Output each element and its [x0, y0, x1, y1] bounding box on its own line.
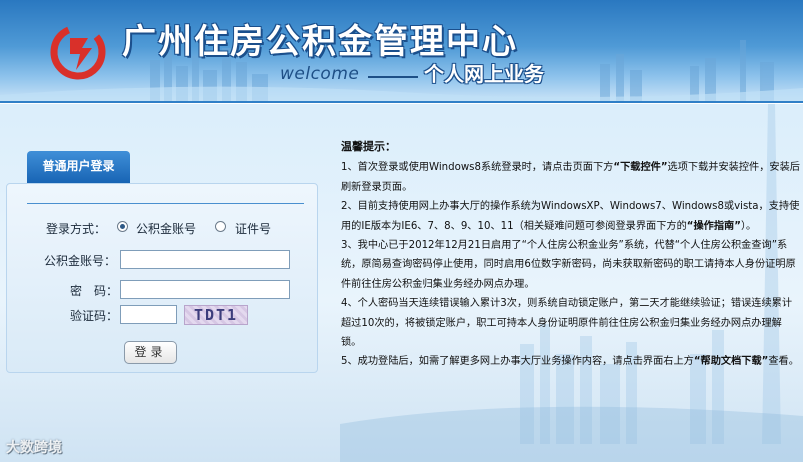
help-doc-download-link: “帮助文档下载” [693, 356, 769, 368]
radio-id-number-label[interactable]: 证件号 [235, 220, 271, 237]
login-method-label: 登录方式： [46, 222, 107, 236]
captcha-image[interactable]: TDT1 [184, 305, 248, 325]
site-subtitle: 个人网上业务 [424, 62, 544, 86]
login-divider [27, 203, 304, 204]
account-label: 公积金账号： [44, 254, 117, 268]
welcome-divider [368, 76, 418, 78]
notice-panel: 温馨提示： 1、首次登录或使用Windows8系统登录时，请点击页面下方“下载控… [341, 137, 801, 437]
radio-id-number[interactable] [215, 221, 226, 232]
password-input[interactable] [120, 280, 290, 299]
notice-item-5-text: 5、成功登陆后，如需了解更多网上办事大厅业务操作内容，请点击界面右上方 [341, 356, 694, 368]
notice-title: 温馨提示： [341, 140, 396, 153]
notice-item-1: 1、首次登录或使用Windows8系统登录时，请点击页面下方“下载控件”选项下载… [341, 158, 801, 197]
notice-item-3: 3、我中心已于2012年12月21日启用了“个人住房公积金业务”系统，代替“个人… [341, 240, 796, 290]
radio-account-number[interactable] [117, 221, 128, 232]
notice-item-2: 2、目前支持使用网上办事大厅的操作系统为WindowsXP、Windows7、W… [341, 197, 801, 236]
password-label: 密 码： [70, 284, 119, 298]
header-banner: 广州住房公积金管理中心 welcome 个人网上业务 [0, 0, 803, 103]
notice-item-1-text: 1、首次登录或使用Windows8系统登录时，请点击页面下方 [341, 162, 614, 174]
account-input[interactable] [120, 250, 290, 269]
welcome-text: welcome [280, 64, 360, 84]
notice-item-5: 5、成功登陆后，如需了解更多网上办事大厅业务操作内容，请点击界面右上方“帮助文档… [341, 352, 801, 371]
watermark: 大数跨境 [6, 440, 62, 456]
radio-account-number-label[interactable]: 公积金账号 [136, 220, 196, 237]
site-title: 广州住房公积金管理中心 [122, 22, 518, 62]
captcha-input[interactable] [120, 305, 177, 324]
header-border [0, 101, 803, 103]
tab-normal-user-login[interactable]: 普通用户登录 [27, 151, 130, 183]
operation-guide-link: “操作指南” [686, 220, 741, 232]
notice-item-2-text-end: ）。 [740, 220, 757, 232]
download-control-link: “下载控件” [613, 162, 668, 174]
notice-item-5-text-end: 查看。 [768, 356, 799, 368]
login-button[interactable]: 登录 [124, 341, 177, 364]
gongjijin-logo [50, 24, 106, 80]
captcha-label: 验证码： [70, 309, 119, 323]
notice-item-4: 4、个人密码当天连续错误输入累计3次，则系统自动锁定账户，第二天才能继续验证；错… [341, 298, 793, 349]
